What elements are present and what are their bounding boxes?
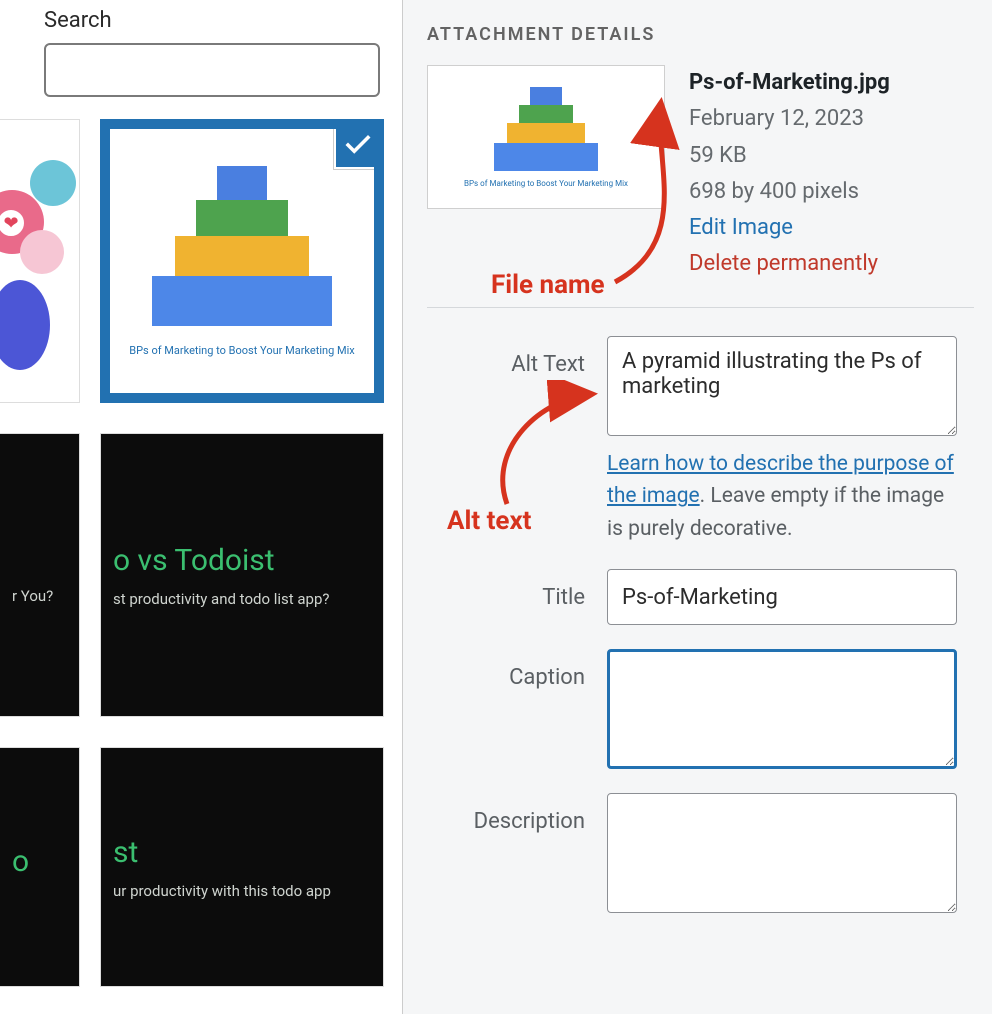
thumbnail-grid: ❤ BPs of Marketing to Boost Your Ma: [0, 119, 392, 987]
thumbnail-4[interactable]: st ur productivity with this todo app: [100, 747, 384, 987]
title-input[interactable]: [607, 569, 957, 625]
caption-input[interactable]: [607, 649, 957, 769]
delete-permanently-link[interactable]: Delete permanently: [689, 246, 890, 282]
panel-heading: ATTACHMENT DETAILS: [427, 24, 974, 45]
thumbnail-3[interactable]: o vs Todoist st productivity and todo li…: [100, 433, 384, 717]
alt-text-label: Alt Text: [427, 336, 607, 377]
media-library-panel: Search ❤: [0, 0, 402, 1014]
file-size: 59 KB: [689, 138, 890, 174]
checkmark-icon: [334, 121, 382, 169]
attachment-preview[interactable]: BPs of Marketing to Boost Your Marketing…: [427, 65, 665, 209]
thumbnail-partial-3[interactable]: o: [0, 747, 80, 987]
pyramid-icon: BPs of Marketing to Boost Your Marketing…: [464, 87, 628, 188]
thumbnail-selected[interactable]: BPs of Marketing to Boost Your Marketing…: [100, 119, 384, 403]
thumbnail-partial-1[interactable]: ❤: [0, 119, 80, 403]
title-label: Title: [427, 569, 607, 610]
search-label: Search: [44, 8, 392, 33]
alt-help-text: Learn how to describe the purpose of the…: [607, 448, 957, 546]
thumbnail-caption: BPs of Marketing to Boost Your Marketing…: [129, 344, 354, 357]
file-name: Ps-of-Marketing.jpg: [689, 65, 890, 101]
alt-text-input[interactable]: A pyramid illustrating the Ps of marketi…: [607, 336, 957, 436]
attachment-details-panel: ATTACHMENT DETAILS BPs of Marketing to B…: [402, 0, 992, 1014]
description-label: Description: [427, 793, 607, 834]
edit-image-link[interactable]: Edit Image: [689, 210, 890, 246]
caption-label: Caption: [427, 649, 607, 690]
description-input[interactable]: [607, 793, 957, 913]
file-metadata: Ps-of-Marketing.jpg February 12, 2023 59…: [689, 65, 890, 283]
file-dimensions: 698 by 400 pixels: [689, 174, 890, 210]
thumbnail-partial-2[interactable]: r You?: [0, 433, 80, 717]
file-date: February 12, 2023: [689, 101, 890, 137]
search-input[interactable]: [44, 43, 380, 97]
